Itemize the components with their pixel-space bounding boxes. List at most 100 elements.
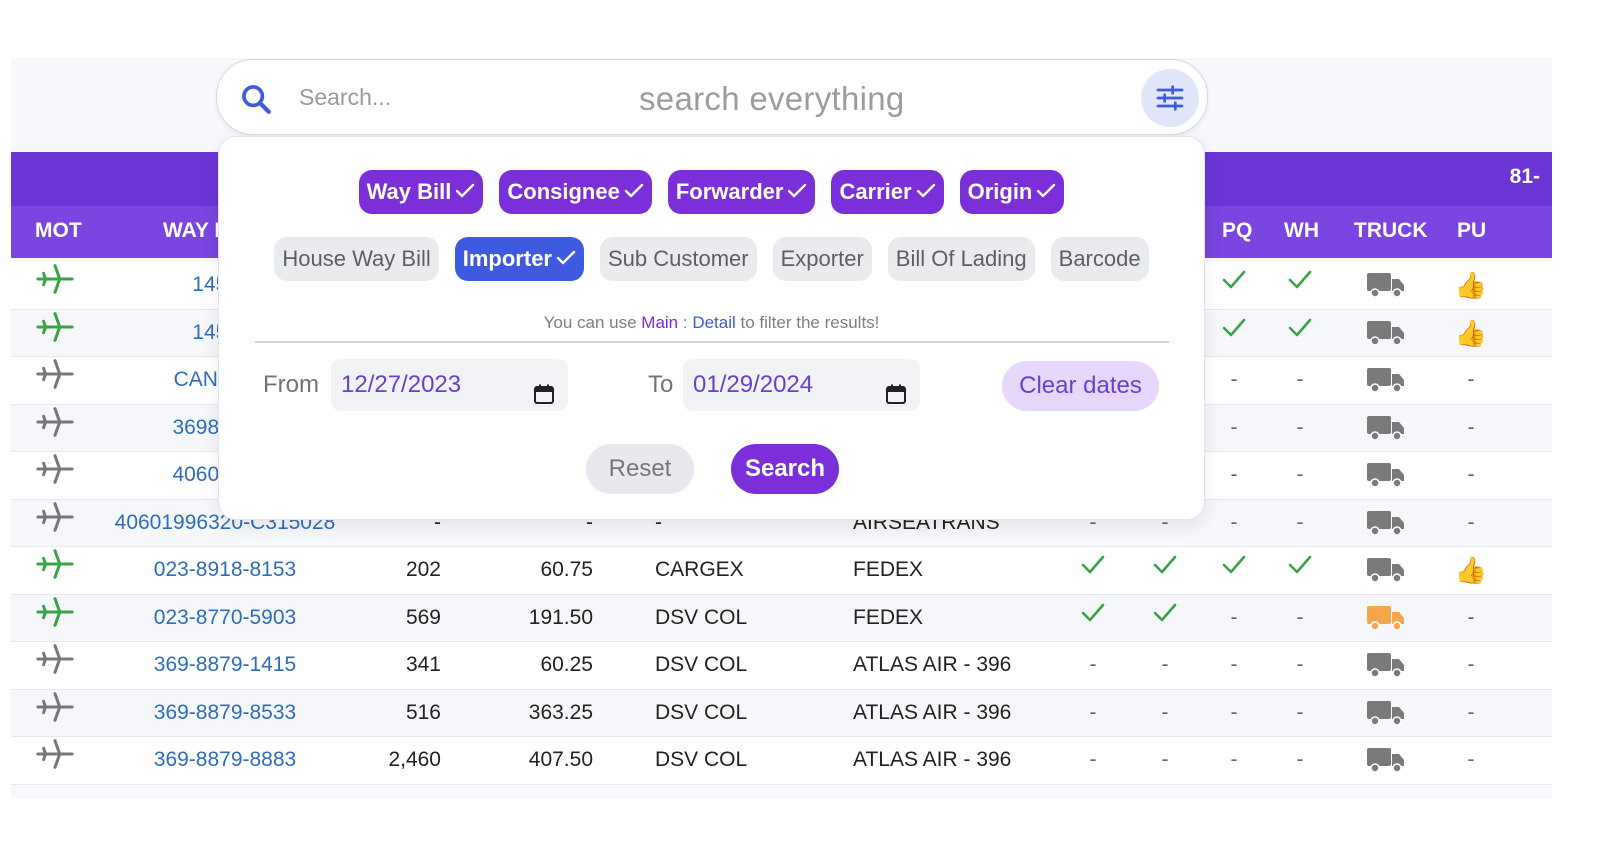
table-row[interactable]: 023-8770-5903 569 191.50 DSV COL FEDEX - - - <box>11 594 1552 642</box>
truck-icon[interactable] <box>1366 320 1406 346</box>
table-row[interactable]: 369-8879-8883 2,460 407.50 DSV COL ATLAS AIR… <box>11 737 1552 785</box>
way-bill-link[interactable]: 023-8770-5903 <box>99 595 351 641</box>
chip-label: Origin <box>967 179 1033 204</box>
header-mot[interactable]: MOT <box>35 219 82 243</box>
truck-cell <box>1333 357 1439 403</box>
header-pu[interactable]: PU <box>1457 219 1486 243</box>
weight-cell: 363.25 <box>528 700 593 724</box>
pu-cell: - <box>1439 595 1503 641</box>
forwarder-cell: CARGEX <box>655 558 744 581</box>
check-icon <box>1221 318 1247 344</box>
empty-value: - <box>1296 605 1304 629</box>
wh-cell: - <box>1267 595 1333 641</box>
truck-cell <box>1333 547 1439 593</box>
way-bill-link[interactable]: 369-8879-8883 <box>99 737 351 783</box>
truck-icon[interactable] <box>1366 748 1406 774</box>
filter-toggle-button[interactable] <box>1141 69 1199 127</box>
pq-cell <box>1201 310 1267 356</box>
filter-chip-origin[interactable]: Origin <box>959 170 1065 214</box>
from-date-input[interactable]: 12/27/2023 <box>331 359 568 411</box>
pq-cell: - <box>1201 595 1267 641</box>
truck-icon[interactable] <box>1366 605 1406 631</box>
way-bill-link[interactable]: 369-8879-1415 <box>99 642 351 688</box>
chip-label: Sub Customer <box>608 246 749 271</box>
filter-chip-bill-of-lading[interactable]: Bill Of Lading <box>887 237 1035 281</box>
filter-chip-house-way-bill[interactable]: House Way Bill <box>274 237 439 281</box>
status-cell-b <box>1129 595 1201 641</box>
pu-cell: - <box>1439 357 1503 403</box>
search-button[interactable]: Search <box>731 444 839 494</box>
airplane-icon <box>36 262 74 308</box>
calendar-icon[interactable] <box>884 373 908 425</box>
table-row[interactable]: 369-8879-8533 516 363.25 DSV COL ATLAS AIR -… <box>11 689 1552 737</box>
truck-icon[interactable] <box>1366 463 1406 489</box>
pu-cell: 👍 <box>1439 310 1503 356</box>
empty-value: - <box>1230 748 1238 771</box>
status-cell-a <box>1057 595 1129 641</box>
filter-chip-sub-customer[interactable]: Sub Customer <box>600 237 757 281</box>
empty-value: - <box>1161 700 1169 724</box>
filter-chip-exporter[interactable]: Exporter <box>772 237 872 281</box>
empty-value: - <box>1230 605 1238 629</box>
truck-icon[interactable] <box>1366 558 1406 584</box>
check-icon <box>1036 179 1056 204</box>
airplane-icon <box>36 642 74 688</box>
search-icon[interactable] <box>239 82 273 121</box>
calendar-icon[interactable] <box>532 373 556 425</box>
empty-value: - <box>1467 605 1475 629</box>
wh-cell <box>1267 547 1333 593</box>
header-truck[interactable]: TRUCK <box>1354 219 1428 243</box>
wh-cell: - <box>1267 405 1333 451</box>
truck-cell <box>1333 690 1439 736</box>
to-date-input[interactable]: 01/29/2024 <box>683 359 920 411</box>
way-bill-link[interactable]: 369-8879-8533 <box>99 690 351 736</box>
to-label: To <box>648 371 674 398</box>
detail-filter-chips: House Way Bill Importer Sub Customer Export… <box>219 237 1204 281</box>
pieces-cell: 516 <box>405 700 441 724</box>
truck-icon[interactable] <box>1366 415 1406 441</box>
way-bill-link[interactable]: 023-8918-8153 <box>99 547 351 593</box>
airplane-icon <box>36 405 74 451</box>
empty-value: - <box>1296 653 1304 676</box>
truck-icon[interactable] <box>1366 273 1406 299</box>
pq-cell <box>1201 262 1267 308</box>
search-filter-panel: Way Bill Consignee Forwarder Carrier Origin … <box>218 136 1205 520</box>
header-pq[interactable]: PQ <box>1222 219 1252 243</box>
status-cell-a: - <box>1057 737 1129 783</box>
wh-cell <box>1267 310 1333 356</box>
empty-value: - <box>1089 700 1097 724</box>
header-wh[interactable]: WH <box>1284 219 1319 243</box>
filter-chip-barcode[interactable]: Barcode <box>1050 237 1149 281</box>
pq-cell <box>1201 547 1267 593</box>
empty-value: - <box>1230 463 1238 486</box>
filter-chip-forwarder[interactable]: Forwarder <box>667 170 816 214</box>
header-way-bill[interactable]: WAY I <box>163 219 220 243</box>
empty-value: - <box>1467 748 1475 771</box>
filter-chip-way-bill[interactable]: Way Bill <box>358 170 484 214</box>
mot-cell <box>11 737 99 783</box>
truck-icon[interactable] <box>1366 510 1406 536</box>
filter-chip-importer[interactable]: Importer <box>454 237 584 281</box>
check-icon <box>1221 270 1247 296</box>
wh-cell: - <box>1267 642 1333 688</box>
truck-icon[interactable] <box>1366 653 1406 679</box>
airplane-icon <box>36 547 74 593</box>
table-row[interactable]: 369-8879-1415 341 60.25 DSV COL ATLAS AIR - … <box>11 642 1552 690</box>
forwarder-cell: DSV COL <box>655 605 748 629</box>
clear-dates-button[interactable]: Clear dates <box>1002 361 1159 411</box>
truck-icon[interactable] <box>1366 700 1406 726</box>
table-row[interactable]: 023-8918-8153 202 60.75 CARGEX FEDEX 👍 <box>11 547 1552 595</box>
truck-icon[interactable] <box>1366 368 1406 394</box>
empty-value: - <box>1230 510 1238 534</box>
weight-cell: 60.75 <box>540 558 593 581</box>
filter-chip-consignee[interactable]: Consignee <box>499 170 652 214</box>
wh-cell: - <box>1267 690 1333 736</box>
check-icon <box>1080 603 1106 629</box>
reset-button[interactable]: Reset <box>586 444 694 494</box>
pieces-cell: 341 <box>405 653 441 676</box>
chip-label: House Way Bill <box>282 246 431 271</box>
filter-chip-carrier[interactable]: Carrier <box>831 170 944 214</box>
carrier-cell: ATLAS AIR - 396 <box>853 653 1012 676</box>
empty-value: - <box>1089 653 1097 676</box>
search-input[interactable] <box>297 76 601 118</box>
